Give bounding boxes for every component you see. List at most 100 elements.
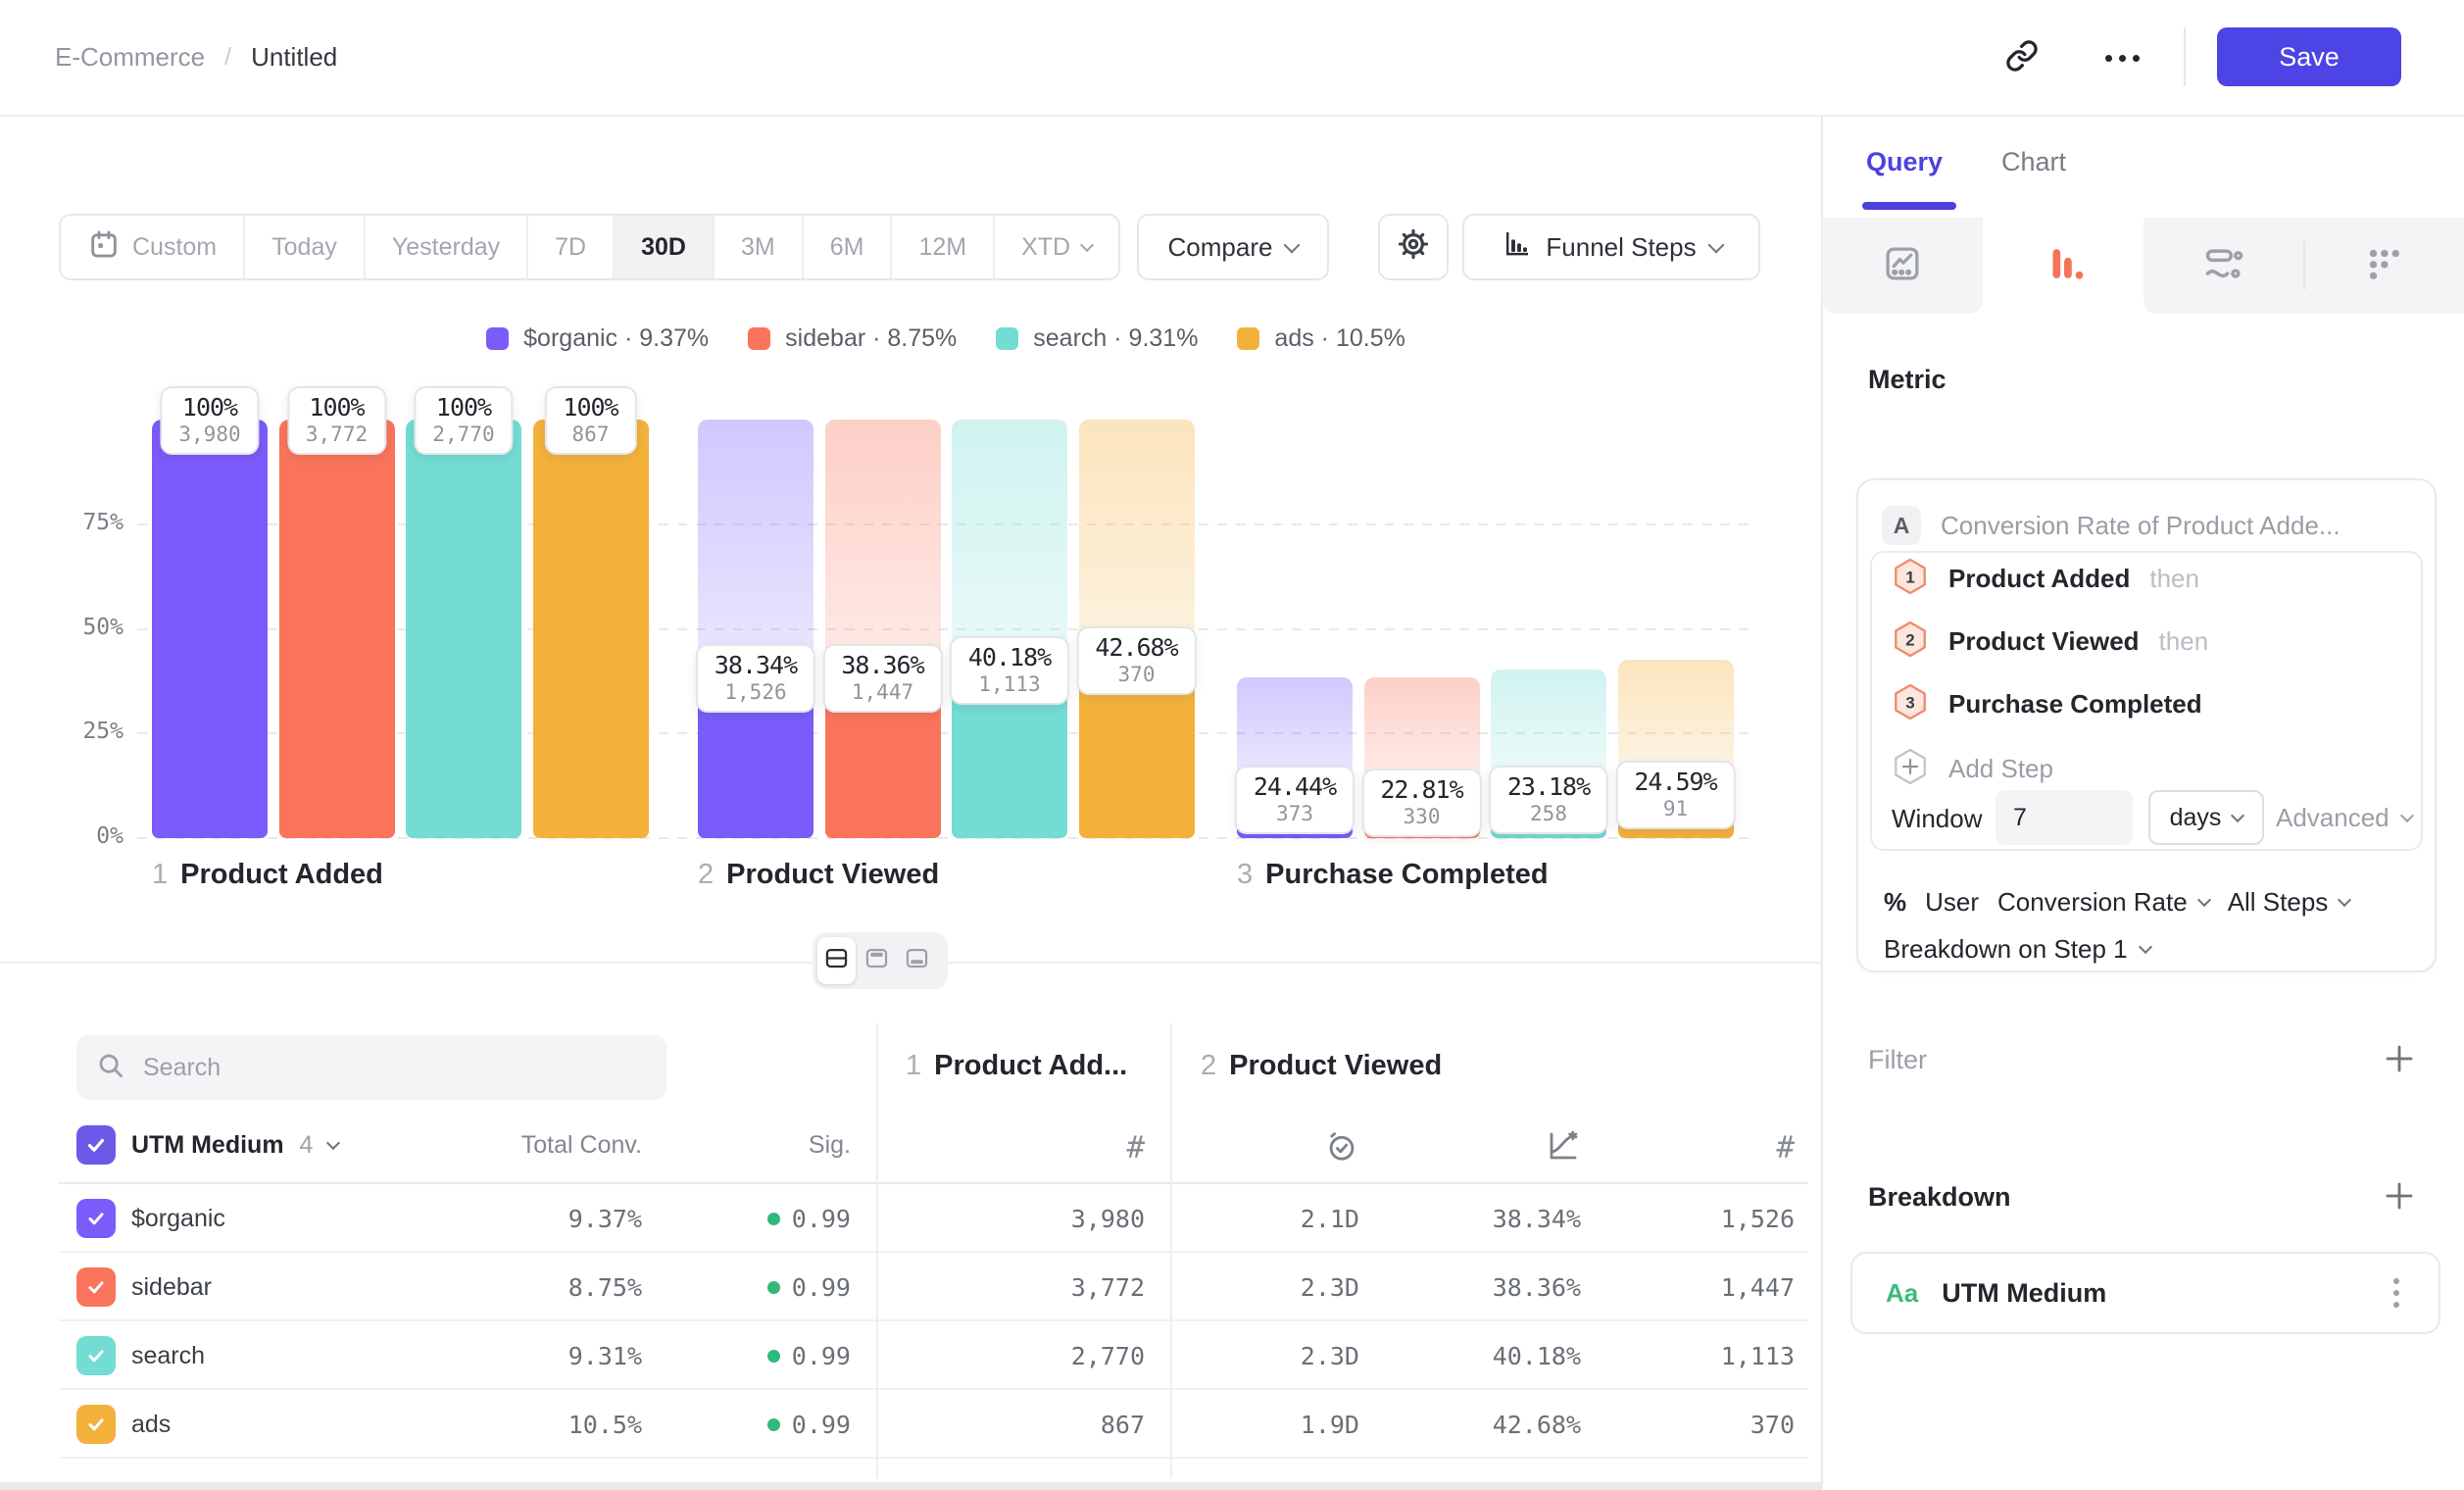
layout-toggle — [813, 932, 948, 989]
tab-funnels-active[interactable] — [1983, 218, 2144, 314]
significance-value: 0.99 — [792, 1273, 851, 1302]
metric-step-3[interactable]: 3Purchase Completed — [1892, 682, 2202, 725]
tab-retention[interactable] — [2144, 218, 2304, 314]
measure-scope-dropdown[interactable]: All Steps — [2228, 887, 2350, 918]
subcolumn-hash-button[interactable]: # — [941, 1123, 1145, 1172]
search-input[interactable] — [141, 1053, 647, 1083]
measure-entity[interactable]: User — [1925, 887, 1979, 918]
subcolumn-stopwatch-check-button[interactable] — [1206, 1123, 1359, 1172]
breakdown-item[interactable]: Aa UTM Medium — [1850, 1252, 2440, 1334]
breakdown-column-label[interactable]: UTM Medium — [131, 1131, 284, 1160]
legend-item-ads[interactable]: ads · 10.5% — [1237, 324, 1404, 353]
layout-chart-only-button[interactable] — [858, 937, 896, 984]
search-icon — [96, 1051, 125, 1085]
add-step-button[interactable]: Add Step — [1892, 747, 2053, 790]
row-checkbox[interactable] — [76, 1267, 116, 1307]
step-name: Product Added — [180, 859, 383, 891]
more-menu-button[interactable] — [2099, 35, 2144, 80]
range-yesterday[interactable]: Yesterday — [366, 216, 528, 278]
save-button[interactable]: Save — [2217, 27, 2401, 86]
cell-step1-count: 2,770 — [941, 1321, 1145, 1390]
link-icon — [2005, 39, 2039, 77]
tab-chart[interactable]: Chart — [2001, 147, 2066, 177]
row-checkbox[interactable] — [76, 1199, 116, 1238]
range-7d[interactable]: 7D — [528, 216, 615, 278]
layout-split-button[interactable] — [817, 937, 856, 984]
breakdown-on-step-dropdown[interactable]: Breakdown on Step 1 — [1884, 927, 2150, 970]
step-hexagon-badge: 3 — [1892, 683, 1929, 725]
step-label-3: 3Purchase Completed — [1237, 859, 1549, 891]
layout-table-only-button[interactable] — [898, 937, 936, 984]
legend-item-organic[interactable]: $organic · 9.37% — [486, 324, 709, 353]
add-breakdown-button[interactable] — [2382, 1178, 2417, 1214]
cell-step2-conv: 42.68% — [1411, 1390, 1581, 1459]
bar-sidebar[interactable] — [279, 420, 395, 838]
range-custom[interactable]: Custom — [61, 216, 245, 278]
range-xtd[interactable]: XTD — [995, 216, 1118, 278]
subcolumn-conversion-chart-button[interactable] — [1411, 1123, 1581, 1172]
bar-count: 370 — [1095, 663, 1177, 686]
gear-icon — [1397, 227, 1430, 268]
table-group-1: 1Product Add... — [906, 1050, 1127, 1082]
conversion-chart-icon — [1546, 1128, 1581, 1168]
significance-value: 0.99 — [792, 1205, 851, 1233]
row-checkbox[interactable] — [76, 1405, 116, 1444]
breadcrumb-page-title[interactable]: Untitled — [251, 42, 337, 73]
column-header-sig[interactable]: Sig. — [725, 1123, 851, 1167]
bar-count: 258 — [1507, 802, 1590, 825]
range-3m[interactable]: 3M — [715, 216, 804, 278]
step-hexagon-badge: 2 — [1892, 621, 1929, 663]
bar-count: 91 — [1634, 797, 1716, 820]
top-bar — [0, 0, 2464, 117]
select-all-checkbox[interactable] — [76, 1125, 116, 1165]
subcolumn-hash-button[interactable]: # — [1627, 1123, 1795, 1172]
bar-value-tooltip: 24.59%91 — [1615, 761, 1735, 829]
measure-row: % User Conversion Rate All Steps — [1884, 880, 2349, 923]
add-filter-button[interactable] — [2382, 1041, 2417, 1076]
row-label: $organic — [131, 1184, 225, 1253]
hash-icon: # — [1126, 1130, 1145, 1166]
svg-text:1: 1 — [1905, 568, 1914, 586]
metric-step-1[interactable]: 1Product Addedthen — [1892, 557, 2199, 600]
stopwatch-check-icon — [1324, 1128, 1359, 1168]
bar-percent: 40.18% — [968, 643, 1051, 671]
range-today[interactable]: Today — [245, 216, 366, 278]
bar-percent: 100% — [563, 393, 617, 422]
metric-step-2[interactable]: 2Product Viewedthen — [1892, 620, 2208, 663]
y-axis-tick: 75% — [39, 510, 123, 535]
kebab-menu-icon[interactable] — [2388, 1272, 2405, 1314]
measure-type-dropdown[interactable]: Conversion Rate — [1997, 887, 2209, 918]
range-30d[interactable]: 30D — [615, 216, 715, 278]
advanced-toggle[interactable]: Advanced — [2276, 790, 2412, 845]
breadcrumb-project[interactable]: E-Commerce — [55, 42, 205, 73]
bar-$organic[interactable] — [152, 420, 268, 838]
significance-dot — [767, 1281, 780, 1294]
metric-title-row: A Conversion Rate of Product Adde... — [1882, 506, 2341, 545]
window-value-input[interactable] — [1996, 790, 2133, 845]
metric-title[interactable]: Conversion Rate of Product Adde... — [1941, 511, 2341, 541]
bar-ads[interactable] — [533, 420, 649, 838]
bar-percent: 23.18% — [1507, 772, 1590, 801]
svg-text:3: 3 — [1905, 693, 1914, 712]
tab-trends[interactable] — [1822, 218, 1983, 314]
range-6m[interactable]: 6M — [804, 216, 893, 278]
share-link-button[interactable] — [1999, 35, 2045, 80]
chart-type-selector[interactable]: Funnel Steps — [1462, 214, 1760, 280]
compare-button[interactable]: Compare — [1137, 214, 1329, 280]
column-header-total-conv[interactable]: Total Conv. — [431, 1123, 642, 1167]
chart-settings-button[interactable] — [1378, 214, 1449, 280]
row-label: search — [131, 1321, 205, 1390]
legend-item-sidebar[interactable]: sidebar · 8.75% — [748, 324, 957, 353]
window-unit-select[interactable]: days — [2148, 790, 2264, 845]
range-12m[interactable]: 12M — [892, 216, 995, 278]
tab-segmentation[interactable] — [2303, 218, 2464, 314]
bar-value-tooltip: 42.68%370 — [1076, 626, 1196, 695]
bar-count: 373 — [1254, 802, 1336, 825]
row-checkbox[interactable] — [76, 1336, 116, 1375]
chevron-down-icon — [1284, 236, 1301, 253]
tab-query[interactable]: Query — [1866, 147, 1943, 177]
bar-search[interactable] — [406, 420, 521, 838]
cell-step1-count: 3,772 — [941, 1253, 1145, 1321]
bar-percent: 42.68% — [1095, 633, 1177, 662]
legend-item-search[interactable]: search · 9.31% — [996, 324, 1198, 353]
